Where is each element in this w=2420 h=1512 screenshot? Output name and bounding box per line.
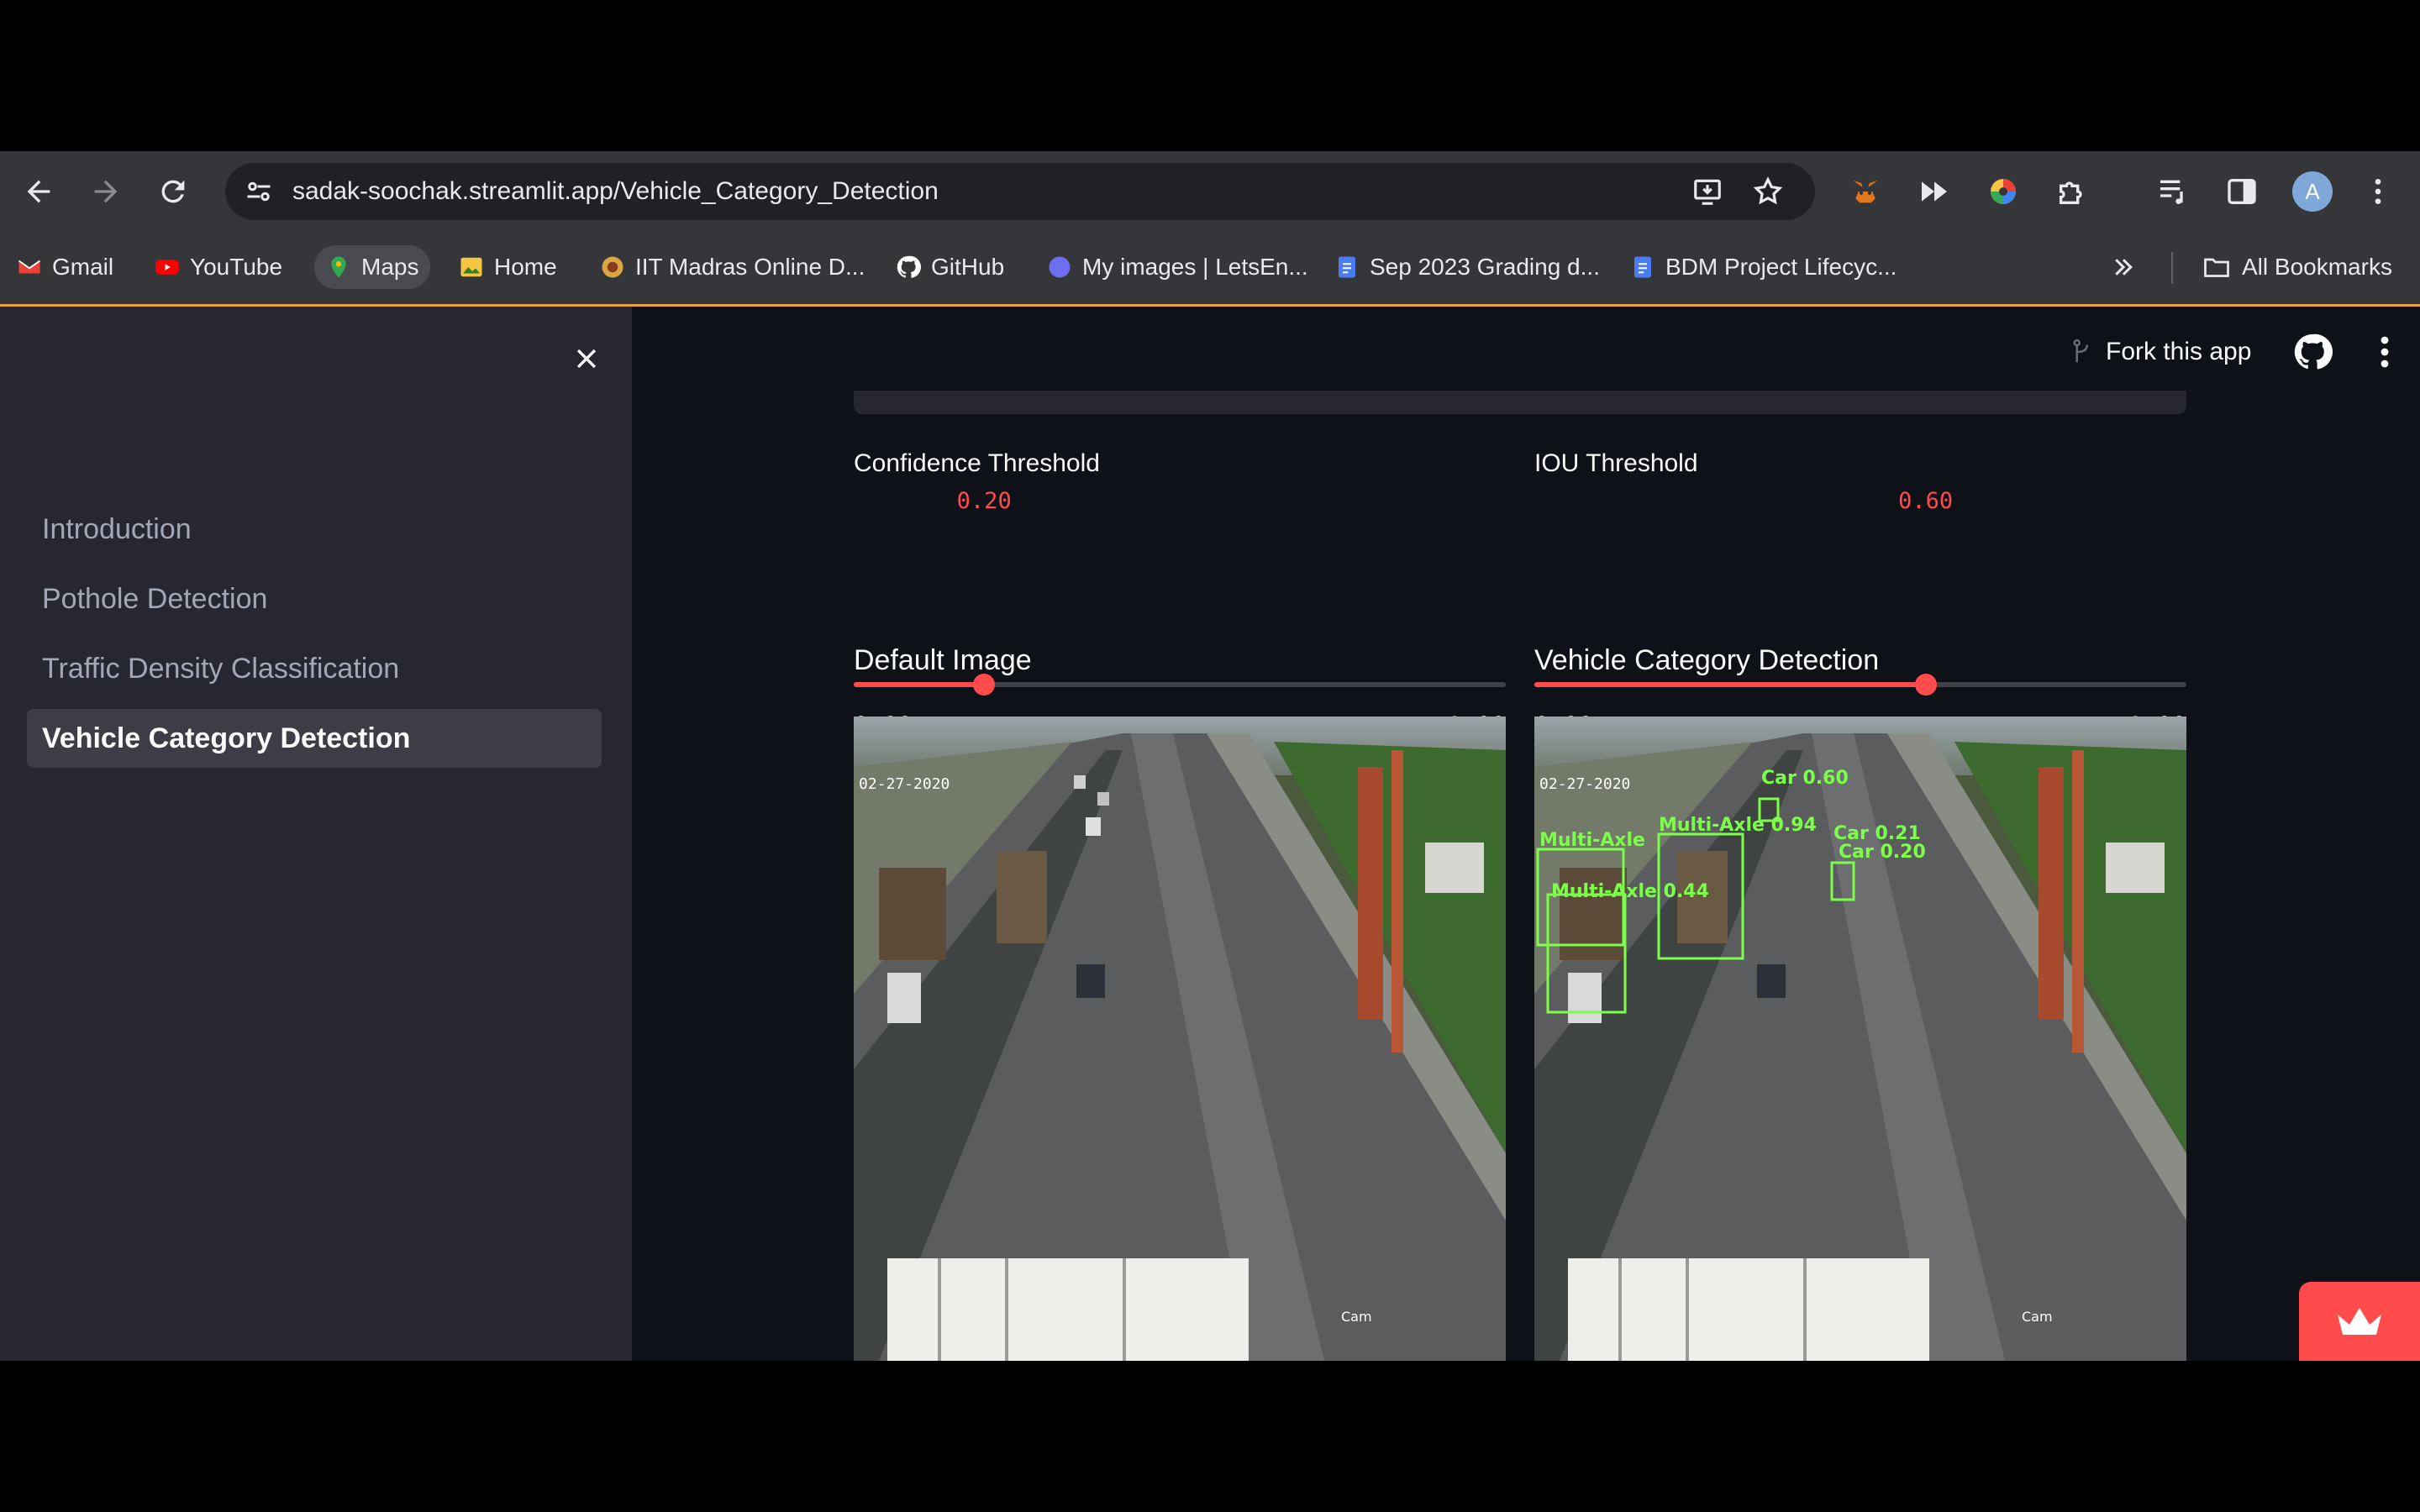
slider-value: 0.60	[1898, 488, 1954, 514]
slider-value: 0.20	[956, 488, 1012, 514]
detection-image-title: Vehicle Category Detection	[1534, 644, 1880, 676]
google-docs-icon	[1634, 256, 1651, 278]
slider-label: Confidence Threshold	[854, 449, 1100, 477]
all-bookmarks-label: All Bookmarks	[2242, 254, 2392, 280]
youtube-icon	[155, 260, 179, 275]
letsenhance-icon	[1049, 256, 1071, 278]
profile-avatar[interactable]: A	[2292, 171, 2333, 212]
slider-label: IOU Threshold	[1534, 449, 1698, 477]
media-controls-icon[interactable]	[2151, 170, 2195, 213]
bookmark-home[interactable]: Home	[459, 245, 557, 289]
bookmark-label: Gmail	[52, 254, 114, 280]
github-icon[interactable]	[2292, 332, 2333, 372]
image-timestamp: 02-27-2020	[1539, 775, 1630, 793]
slider-track[interactable]	[854, 674, 1506, 696]
bookmarks-bar: Gmail YouTube Maps Home IIT Madras Onlin…	[0, 232, 2420, 307]
bookmark-label: Sep 2023 Grading d...	[1370, 254, 1600, 280]
bookmarks-divider	[2171, 252, 2173, 284]
slider-thumb[interactable]	[1914, 674, 1937, 696]
back-arrow-icon	[27, 180, 50, 203]
github-icon	[897, 255, 921, 278]
bookmark-sep-2023-grading[interactable]: Sep 2023 Grading d...	[1334, 245, 1600, 289]
address-bar[interactable]: sadak-soochak.streamlit.app/Vehicle_Cate…	[225, 163, 1815, 220]
more-bookmarks-button[interactable]	[2111, 245, 2136, 289]
close-sidebar-button[interactable]	[565, 337, 608, 381]
forward-button[interactable]	[84, 170, 128, 213]
all-bookmarks-folder[interactable]: All Bookmarks	[2202, 245, 2392, 289]
sidebar-item-pothole-detection[interactable]: Pothole Detection	[27, 570, 602, 628]
sidebar-item-traffic-density-classification[interactable]: Traffic Density Classification	[27, 639, 602, 698]
streamlit-badge[interactable]	[2299, 1282, 2420, 1361]
slider-fill	[854, 682, 985, 687]
camera-label: Cam	[1341, 1309, 1372, 1325]
maps-pin-icon	[331, 256, 346, 278]
bookmark-github[interactable]: GitHub	[896, 245, 1004, 289]
detection-label: Multi-Axle 0.94	[1659, 815, 1817, 836]
site-info-icon[interactable]	[239, 171, 279, 212]
url-text[interactable]: sadak-soochak.streamlit.app/Vehicle_Cate…	[292, 163, 939, 220]
home-photo-icon	[460, 257, 482, 277]
bookmark-my-images[interactable]: My images | LetsEn...	[1047, 245, 1308, 289]
fork-app-button[interactable]: Fork this app	[2070, 332, 2251, 372]
bookmark-youtube[interactable]: YouTube	[155, 245, 282, 289]
close-icon	[576, 349, 597, 369]
upload-area-edge	[854, 391, 2186, 414]
streamlit-crown-icon	[2338, 1308, 2381, 1335]
forward-arrow-icon	[94, 180, 118, 203]
sidebar: Introduction Pothole Detection Traffic D…	[0, 307, 632, 1361]
default-image-title: Default Image	[854, 644, 1032, 676]
reload-icon	[161, 180, 185, 203]
bookmark-maps[interactable]: Maps	[314, 245, 431, 289]
metamask-extension-icon[interactable]	[1844, 170, 1887, 213]
chrome-menu-icon[interactable]	[2356, 170, 2400, 213]
detection-label: Multi-Axle 0.44	[1551, 881, 1709, 902]
bookmark-label: Home	[494, 254, 557, 280]
gmail-icon	[18, 260, 41, 274]
folder-icon	[2204, 258, 2229, 277]
bookmark-iit-madras[interactable]: IIT Madras Online D...	[600, 245, 865, 289]
fork-label: Fork this app	[2106, 338, 2252, 365]
google-docs-icon	[1339, 256, 1355, 278]
camera-label: Cam	[2022, 1309, 2053, 1325]
iit-madras-icon	[602, 256, 623, 278]
slider-track[interactable]	[1534, 674, 2186, 696]
app-menu-icon[interactable]	[2365, 332, 2405, 372]
slider-fill	[1534, 682, 1926, 687]
fork-icon	[2073, 339, 2089, 363]
bookmark-bdm-project[interactable]: BDM Project Lifecyc...	[1630, 245, 1897, 289]
sidebar-item-introduction[interactable]: Introduction	[27, 500, 602, 559]
detection-label: Multi-Axle	[1539, 830, 1645, 851]
install-app-icon[interactable]	[1687, 171, 1728, 212]
bookmark-gmail[interactable]: Gmail	[17, 245, 113, 289]
color-wheel-extension-icon[interactable]	[1981, 170, 2025, 213]
browser-toolbar: sadak-soochak.streamlit.app/Vehicle_Cate…	[0, 151, 2420, 232]
default-highway-image: 02-27-2020 Cam	[854, 717, 1506, 1361]
fast-forward-extension-icon[interactable]	[1912, 170, 1956, 213]
side-panel-icon[interactable]	[2220, 170, 2264, 213]
bookmark-label: YouTube	[190, 254, 283, 280]
image-timestamp: 02-27-2020	[859, 775, 950, 793]
back-button[interactable]	[17, 170, 60, 213]
bookmark-label: GitHub	[931, 254, 1005, 280]
iou-threshold-slider[interactable]: IOU Threshold 0.60 0.00 1.00	[1534, 449, 2186, 740]
bookmark-label: Maps	[361, 254, 419, 280]
reload-button[interactable]	[151, 170, 195, 213]
main-content: Fork this app Confidence Threshold 0.20 …	[632, 307, 2420, 1361]
extensions-puzzle-icon[interactable]	[2050, 170, 2094, 213]
detection-label: Car 0.20	[1839, 842, 1926, 863]
bookmark-label: My images | LetsEn...	[1082, 254, 1308, 280]
bookmark-label: IIT Madras Online D...	[635, 254, 865, 280]
sidebar-item-vehicle-category-detection[interactable]: Vehicle Category Detection	[27, 709, 602, 768]
detection-label: Car 0.60	[1761, 768, 1849, 789]
bookmark-label: BDM Project Lifecyc...	[1665, 254, 1897, 280]
bookmark-star-icon[interactable]	[1748, 171, 1788, 212]
confidence-threshold-slider[interactable]: Confidence Threshold 0.20 0.00 1.00	[854, 449, 1506, 740]
double-chevron-right-icon	[2115, 259, 2133, 276]
vehicle-detection-result-image: Multi-Axle 0.44 Multi-Axle 0.94 Multi-Ax…	[1534, 717, 2186, 1361]
